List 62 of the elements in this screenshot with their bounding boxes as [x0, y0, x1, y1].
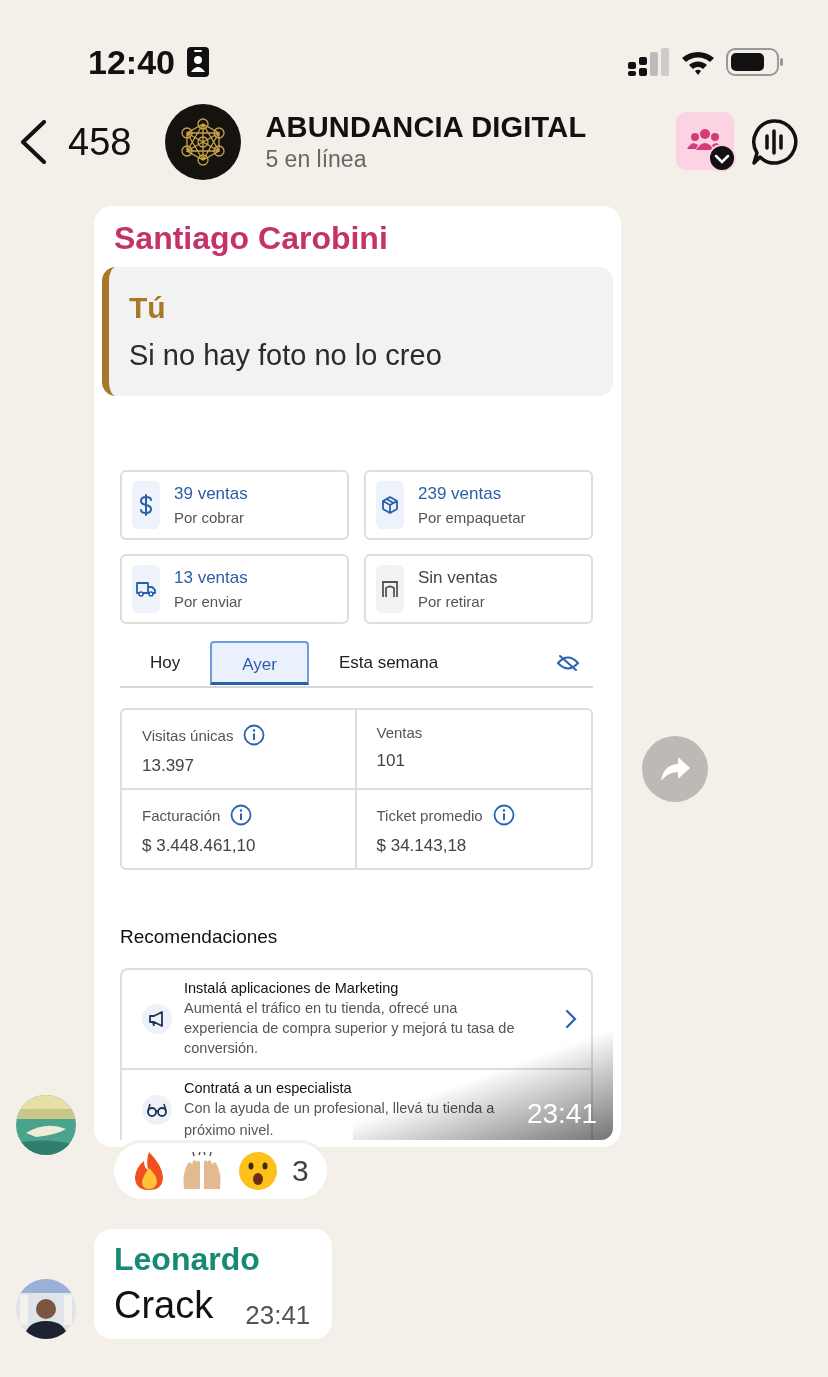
group-avatar-icon[interactable] [165, 104, 242, 180]
recommendation-text: próximo nivel. [184, 1121, 275, 1140]
stat-label: Ticket promedio [376, 806, 483, 824]
hide-icon[interactable] [557, 654, 579, 672]
section-title: Recomendaciones [120, 926, 279, 948]
sales-count: 39 ventas [174, 484, 248, 504]
back-icon[interactable] [18, 120, 48, 164]
battery-icon [726, 48, 784, 76]
box-icon [381, 496, 399, 514]
stat-value: 13.397 [142, 756, 195, 776]
status-time: 12:40 [88, 42, 175, 82]
unread-count[interactable]: 458 [68, 120, 132, 164]
stat-label: Visitas únicas [142, 726, 234, 744]
fire-icon [132, 1151, 166, 1191]
message-time: 23:41 [526, 1098, 597, 1130]
community-icon[interactable] [676, 112, 736, 172]
info-icon[interactable] [492, 804, 515, 826]
sender-name: Leonardo [114, 1241, 261, 1278]
period-tab[interactable]: Esta semana [308, 641, 469, 685]
sales-count: 239 ventas [418, 484, 503, 504]
glasses-icon [142, 1095, 172, 1125]
truck-icon [136, 581, 156, 597]
stat-value: 101 [376, 751, 406, 771]
quote-text: Si no hay foto no lo creo [129, 339, 443, 372]
quoted-message[interactable]: Tú Si no hay foto no lo creo [102, 267, 613, 396]
id-badge-icon [186, 47, 209, 77]
chevron-right-icon[interactable] [565, 1009, 577, 1029]
sales-count: 13 ventas [174, 568, 248, 588]
reactions-pill[interactable]: 3 [114, 1143, 327, 1199]
wifi-icon [680, 49, 716, 75]
sales-status: Por cobrar [174, 509, 246, 526]
store-icon [381, 580, 399, 598]
sales-status: Por empaquetar [418, 509, 526, 526]
period-tab[interactable]: Ayer [210, 641, 309, 685]
recommendation-text: Aumentá el tráfico en tu tienda, ofrecé una experiencia de compra superior y mejorá tu tasa de conversión. [184, 999, 516, 1058]
online-status: 5 en línea [265, 146, 368, 173]
dollar-icon [139, 494, 153, 516]
sales-status: Por enviar [174, 593, 244, 610]
stat-label: Ventas [376, 724, 423, 741]
sender-name: Santiago Carobini [113, 219, 389, 258]
reaction-count: 3 [292, 1154, 309, 1188]
sales-status: Por retirar [418, 593, 486, 610]
stat-value: $ 3.448.461,10 [142, 836, 257, 856]
recommendation-title: Contratá a un especialista [184, 1080, 353, 1096]
period-tab[interactable]: Hoy [120, 641, 211, 685]
megaphone-icon [142, 1004, 172, 1034]
message-time: 23:41 [245, 1300, 311, 1331]
recommendation-item[interactable]: Contratá a un especialista Con la ayuda de un profesional, llevá tu tienda a próximo nivel. [122, 1070, 495, 1140]
info-icon[interactable] [243, 724, 266, 746]
stat-value: $ 34.143,18 [376, 836, 468, 856]
sales-count: Sin ventas [418, 568, 498, 588]
stat-label: Facturación [142, 806, 221, 824]
signal-icon [628, 48, 670, 76]
message-text: Crack [114, 1284, 214, 1327]
voice-chat-icon[interactable] [750, 118, 798, 166]
recommendation-text: Con la ayuda de un profesional, llevá tu tienda a [184, 1099, 495, 1118]
group-name[interactable]: ABUNDANCIA DIGITAL [265, 111, 662, 144]
surprised-emoji-icon [238, 1151, 278, 1191]
recommendation-title: Instalá aplicaciones de Marketing [184, 980, 400, 996]
info-icon[interactable] [230, 804, 253, 826]
recommendation-item[interactable]: Instalá aplicaciones de Marketing Aumentá el tráfico en tu tienda, ofrecé una experiencia de compra superior y mejorá tu tasa de conversión. [122, 970, 591, 1068]
quote-author: Tú [129, 291, 167, 325]
